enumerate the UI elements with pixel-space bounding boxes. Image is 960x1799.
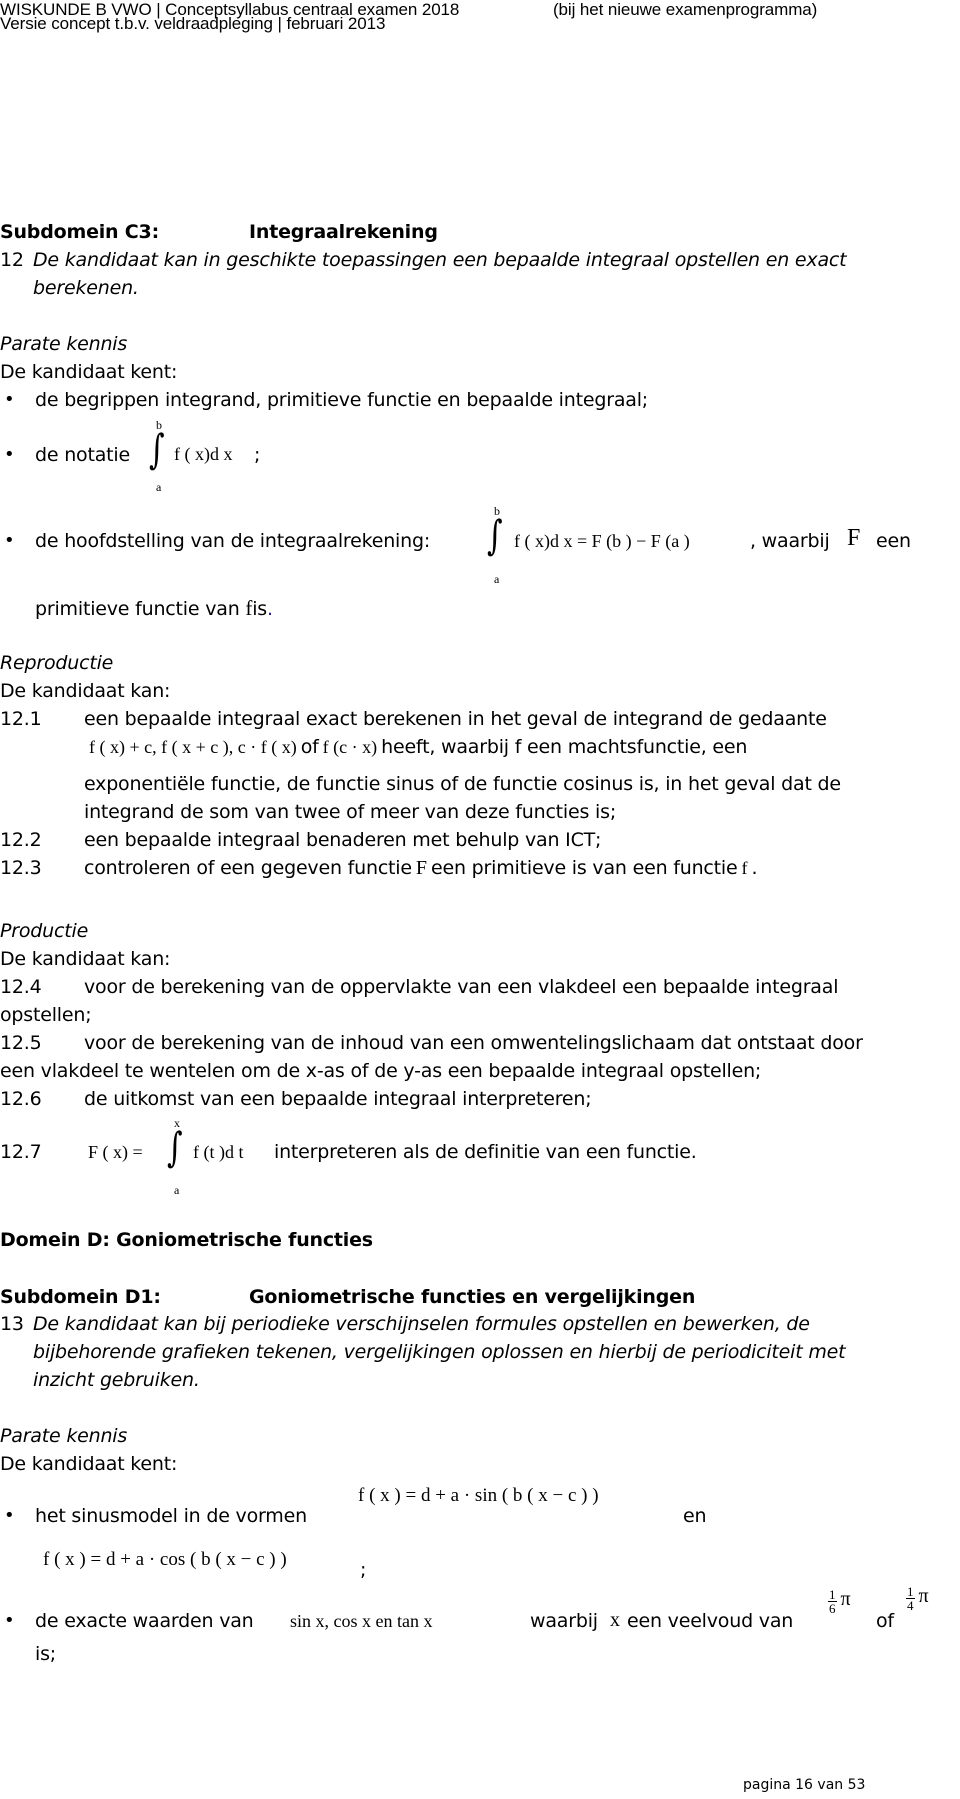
page-number: pagina 16 van 53 — [743, 1777, 866, 1793]
header-subtitle: (bij het nieuwe examenprogramma) — [553, 0, 818, 19]
item-12-3-number: 12.3 — [0, 857, 42, 879]
integral-notation-formula: f ( x)d x — [174, 444, 233, 464]
goal-12-line1: De kandidaat kan in geschikte toepassing… — [33, 249, 847, 271]
integral-sign-icon: ∫ — [167, 1124, 183, 1172]
bullet-icon: • — [4, 1505, 15, 1526]
item-12-7-formula-right: f (t )d t — [193, 1142, 244, 1162]
item-12-7-number: 12.7 — [0, 1141, 42, 1163]
item-12-5-line2: een vlakdeel te wentelen om de x-as of d… — [0, 1060, 762, 1082]
integral-lower-limit: a — [156, 480, 162, 494]
item-12-1-of: of — [300, 736, 319, 758]
item-12-7-text: interpreteren als de definitie van een f… — [274, 1141, 697, 1163]
sin-formula: f ( x ) = d + a · sin ( b ( x − c ) ) — [358, 1485, 599, 1506]
subdomain-d1-label: Subdomein D1: — [0, 1286, 161, 1308]
math-F: F — [415, 857, 428, 879]
goal-13-line2: bijbehorende grafieken tekenen, vergelij… — [33, 1341, 846, 1363]
bullet-icon: • — [4, 444, 15, 465]
parate-bullet-2-text: de notatie — [35, 444, 130, 466]
integral-sign-icon: ∫ — [149, 426, 165, 474]
line2-text-b: is — [252, 598, 267, 620]
math-f: f — [741, 858, 748, 878]
item-12-4-line2: opstellen; — [0, 1004, 92, 1026]
fraction-numerator: 1 — [828, 1587, 837, 1602]
item-12-7-formula-left: F ( x) = — [88, 1142, 143, 1162]
fundamental-theorem-waarbij: , waarbij — [750, 530, 830, 552]
item-12-4-line1: voor de berekening van de oppervlakte va… — [84, 976, 839, 998]
bullet-icon: • — [4, 530, 15, 551]
item-12-1-line4: integrand de som van twee of meer van de… — [84, 801, 617, 823]
item-12-1-formula2: f (c · x) — [322, 737, 378, 757]
item-12-1-line3: exponentiële functie, de functie sinus o… — [84, 773, 841, 795]
item-12-1-line1: een bepaalde integraal exact berekenen i… — [84, 708, 827, 730]
exact-values-waarbij: waarbij — [530, 1610, 598, 1632]
exact-values-text: de exacte waarden van — [35, 1610, 254, 1632]
item-12-1-number: 12.1 — [0, 708, 42, 730]
reproductie-intro: De kandidaat kan: — [0, 680, 171, 702]
fraction-denominator: 6 — [829, 1601, 836, 1616]
item-12-5-number: 12.5 — [0, 1032, 42, 1054]
math-x: x — [610, 1609, 620, 1631]
item-12-2-number: 12.2 — [0, 829, 42, 851]
goal-12-number: 12 — [0, 249, 24, 271]
fraction-numerator: 1 — [906, 1584, 915, 1599]
cos-formula: f ( x ) = d + a · cos ( b ( x − c ) ) — [43, 1549, 287, 1570]
exact-values-of: of — [876, 1610, 894, 1632]
fraction-one-fourth: 14 π — [906, 1585, 929, 1612]
pi-symbol: π — [840, 1588, 851, 1610]
exact-values-rest: een veelvoud van — [627, 1610, 794, 1632]
integral-lower-limit: a — [494, 572, 500, 586]
parate-bullet-1: de begrippen integrand, primitieve funct… — [35, 389, 648, 411]
item-12-1-line2: f ( x) + c, f ( x + c ), c · f ( x) of f… — [89, 736, 747, 758]
integral-notation-end: ; — [254, 444, 261, 466]
productie-intro: De kandidaat kan: — [0, 948, 171, 970]
goal-13-line1: De kandidaat kan bij periodieke verschij… — [33, 1313, 810, 1335]
item-12-3-text-b: een primitieve is van een functie — [431, 857, 738, 879]
sinus-model-text: het sinusmodel in de vormen — [35, 1505, 307, 1527]
line2-period: . — [266, 598, 273, 620]
integral-lower-limit: a — [174, 1183, 180, 1197]
math-F: F — [847, 525, 861, 551]
parate-kennis-intro-d: De kandidaat kent: — [0, 1453, 178, 1475]
productie-heading: Productie — [0, 920, 89, 942]
fundamental-theorem-line2: primitieve functie van fis. — [35, 596, 273, 621]
cos-formula-end: ; — [360, 1559, 367, 1581]
bullet-icon: • — [4, 389, 15, 410]
item-12-1-formula1: f ( x) + c, f ( x + c ), c · f ( x) — [89, 737, 297, 757]
subdomain-c3-label: Subdomein C3: — [0, 221, 159, 243]
integral-sign-icon: ∫ — [487, 512, 503, 560]
sinus-model-en: en — [683, 1505, 707, 1527]
fraction-denominator: 4 — [907, 1598, 914, 1613]
fraction-one-sixth: 16 π — [828, 1588, 851, 1615]
goal-12-line2: berekenen. — [33, 277, 139, 299]
pi-symbol: π — [918, 1585, 929, 1607]
parate-kennis-heading: Parate kennis — [0, 333, 128, 355]
item-12-3-text-a: controleren of een gegeven functie — [84, 857, 412, 879]
item-12-2-text: een bepaalde integraal benaderen met beh… — [84, 829, 602, 851]
item-12-3-end: . — [751, 857, 758, 879]
subdomain-c3-title: Integraalrekening — [249, 221, 438, 243]
item-12-5-line1: voor de berekening van de inhoud van een… — [84, 1032, 863, 1054]
exact-values-formula: sin x, cos x en tan x — [290, 1611, 433, 1631]
item-12-6-text: de uitkomst van een bepaalde integraal i… — [84, 1088, 592, 1110]
goal-13-number: 13 — [0, 1313, 24, 1335]
item-12-6-number: 12.6 — [0, 1088, 42, 1110]
fundamental-theorem-een: een — [876, 530, 911, 552]
domain-d-title: Domein D: Goniometrische functies — [0, 1229, 373, 1251]
header-version: Versie concept t.b.v. veldraadpleging | … — [0, 14, 386, 33]
reproductie-heading: Reproductie — [0, 652, 114, 674]
line2-text-a: primitieve functie van — [35, 598, 240, 620]
parate-kennis-heading-d: Parate kennis — [0, 1425, 128, 1447]
item-12-3: 12.3 controleren of een gegeven functie F… — [0, 857, 758, 880]
fundamental-theorem-formula: f ( x)d x = F (b ) − F (a ) — [514, 531, 690, 551]
item-12-1-line2-rest: heeft, waarbij f een machtsfunctie, een — [381, 736, 748, 758]
parate-kennis-intro: De kandidaat kent: — [0, 361, 178, 383]
item-12-4-number: 12.4 — [0, 976, 42, 998]
parate-bullet-3-text: de hoofdstelling van de integraalrekenin… — [35, 530, 431, 552]
subdomain-d1-title: Goniometrische functies en vergelijkinge… — [249, 1286, 696, 1308]
exact-values-line2: is; — [35, 1643, 56, 1665]
bullet-icon: • — [4, 1610, 15, 1631]
goal-13-line3: inzicht gebruiken. — [33, 1369, 200, 1391]
